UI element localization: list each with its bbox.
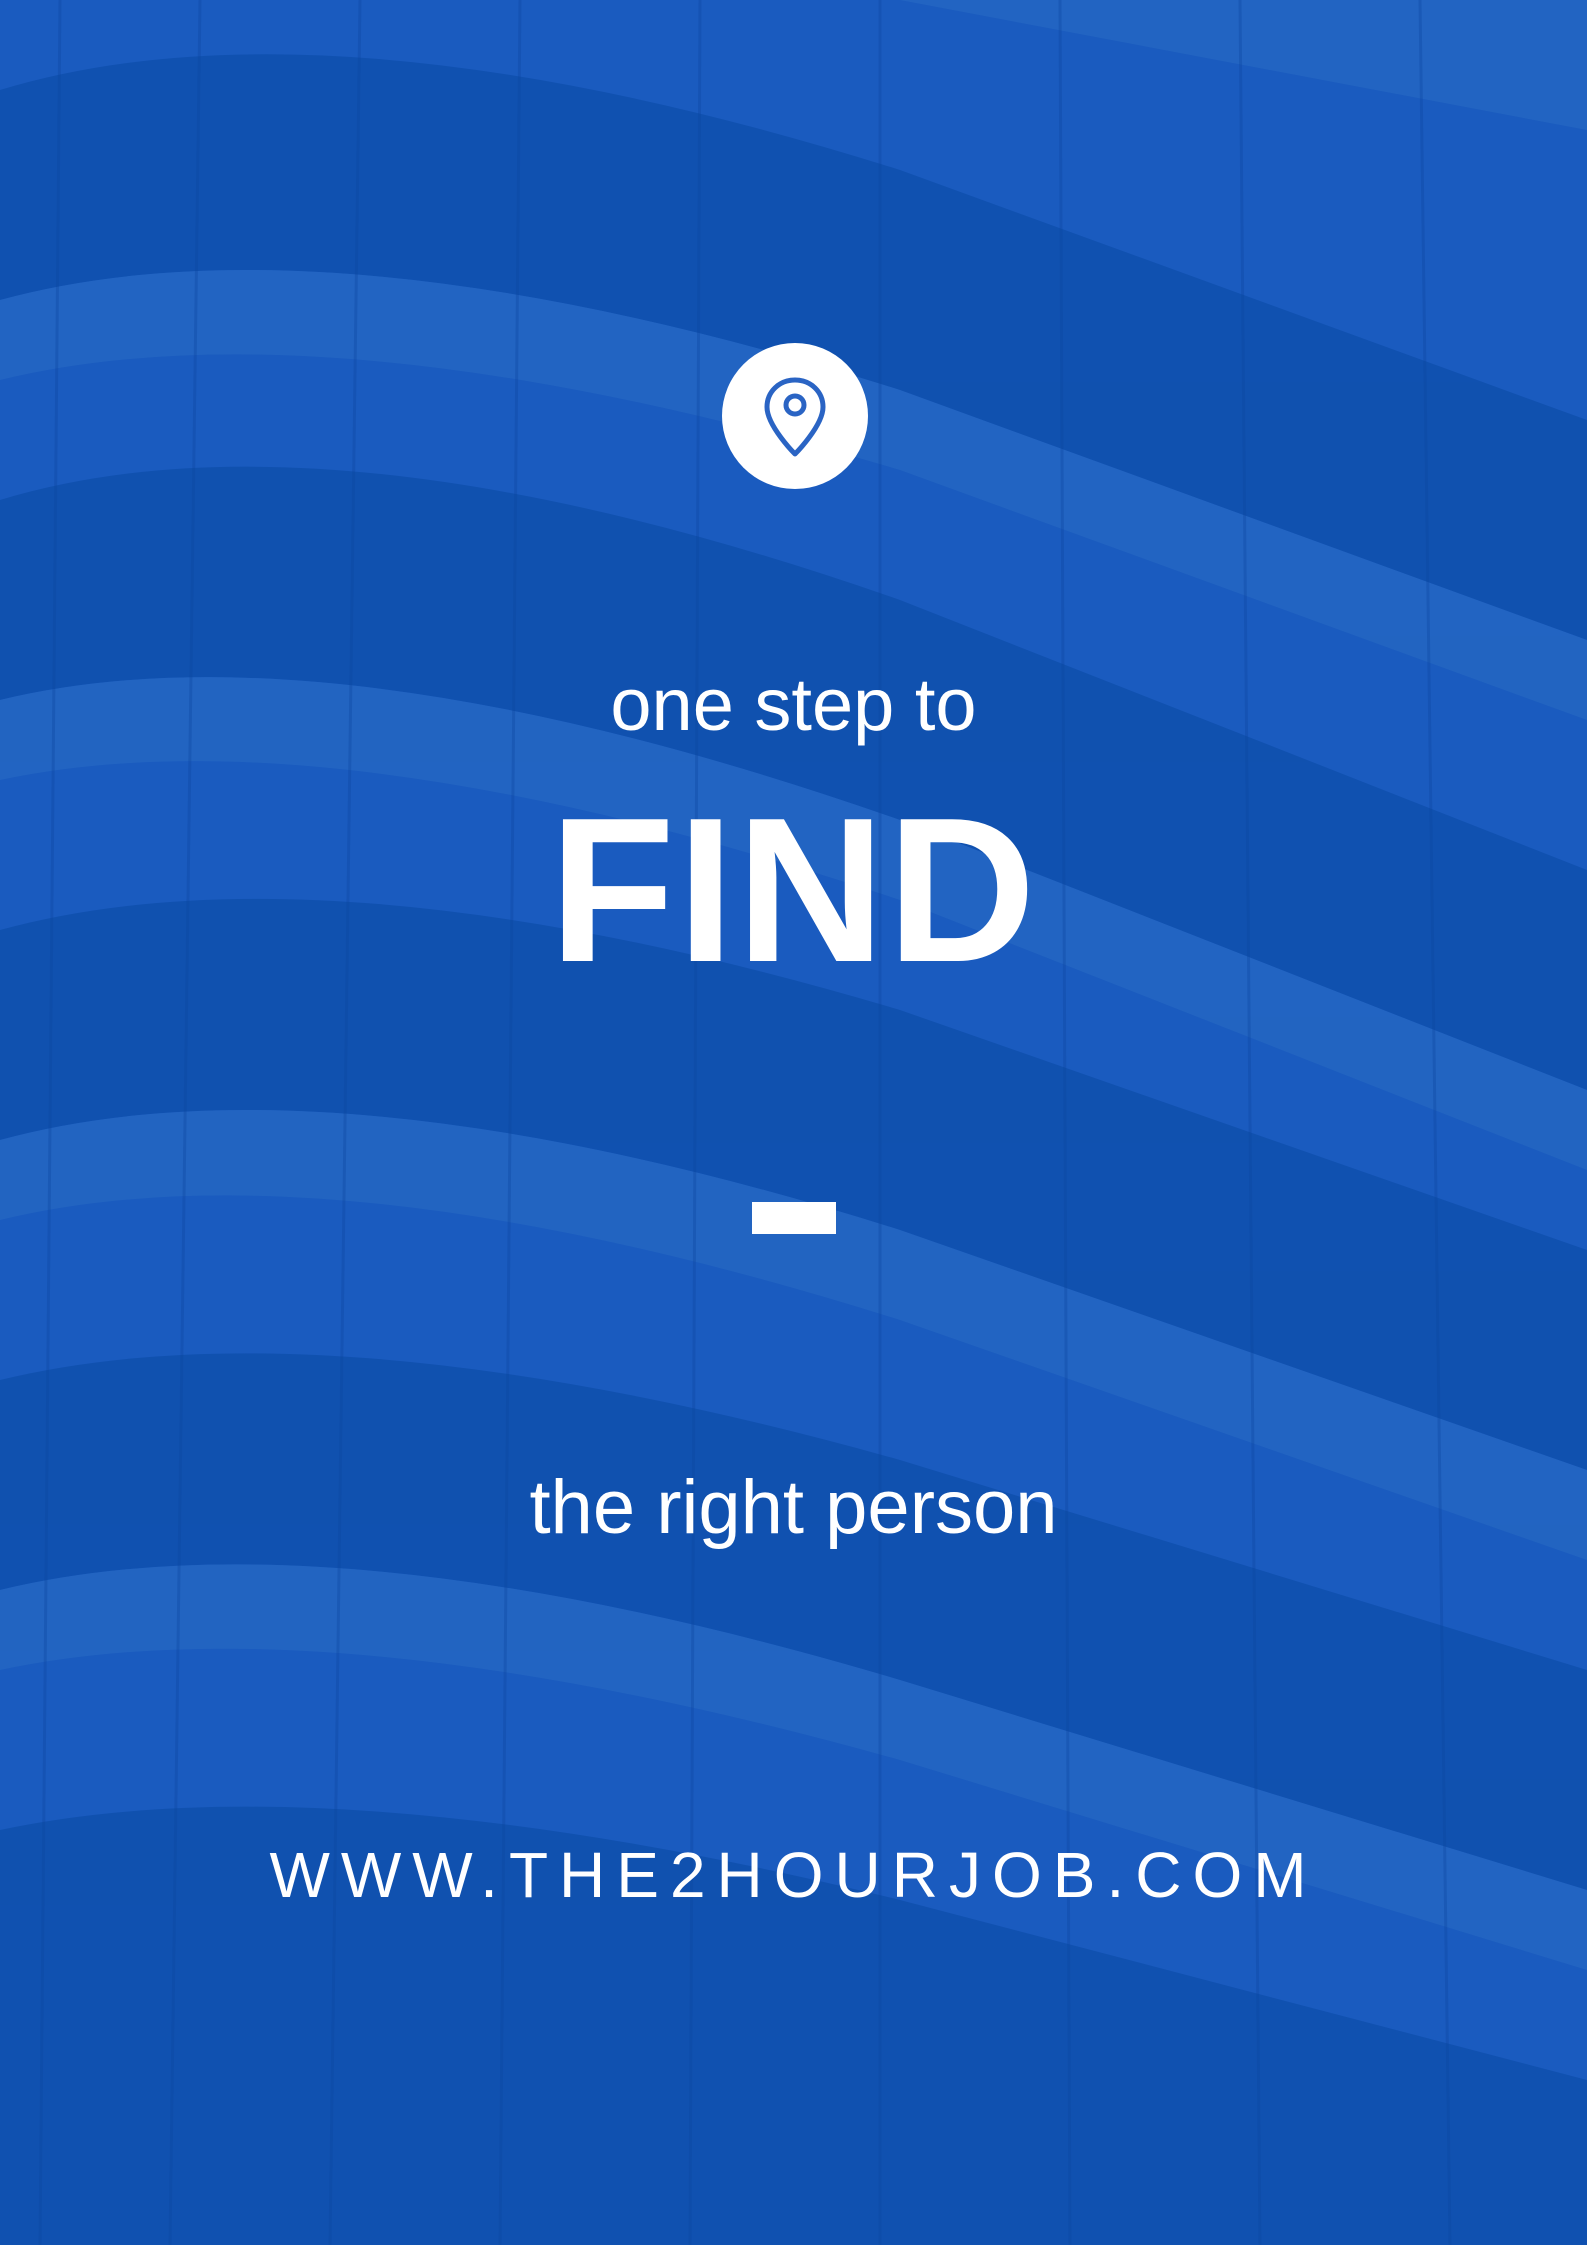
headline: FIND <box>549 775 1038 1005</box>
tagline: the right person <box>529 1465 1058 1550</box>
location-badge <box>722 343 868 489</box>
intro-text: one step to <box>610 663 977 746</box>
poster: one step to FIND the right person WWW.TH… <box>0 0 1587 2245</box>
website-url: WWW.THE2HOURJOB.COM <box>269 1839 1318 1911</box>
map-pin-icon <box>764 377 826 457</box>
divider-dash <box>752 1202 836 1234</box>
